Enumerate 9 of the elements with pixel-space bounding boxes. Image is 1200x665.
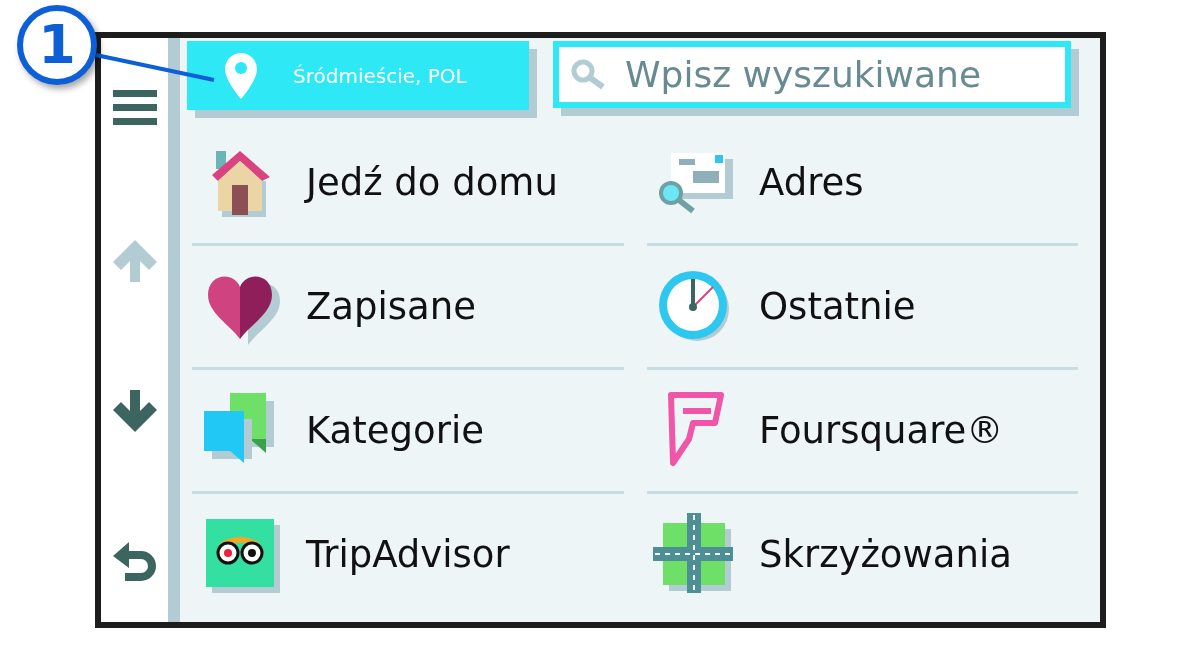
menu-item[interactable]: Jedź do domu [192, 122, 624, 246]
menu-item[interactable]: Ostatnie [647, 246, 1078, 370]
menu-item[interactable]: Adres [647, 122, 1078, 246]
menu-item[interactable]: Zapisane [192, 246, 624, 370]
menu-item[interactable]: Skrzyżowania [647, 494, 1078, 618]
callout-number: 1 [17, 5, 97, 85]
menu-item[interactable]: Kategorie [192, 370, 624, 494]
menu-item[interactable]: Foursquare® [647, 370, 1078, 494]
menu-item[interactable]: TripAdvisor [192, 494, 624, 618]
